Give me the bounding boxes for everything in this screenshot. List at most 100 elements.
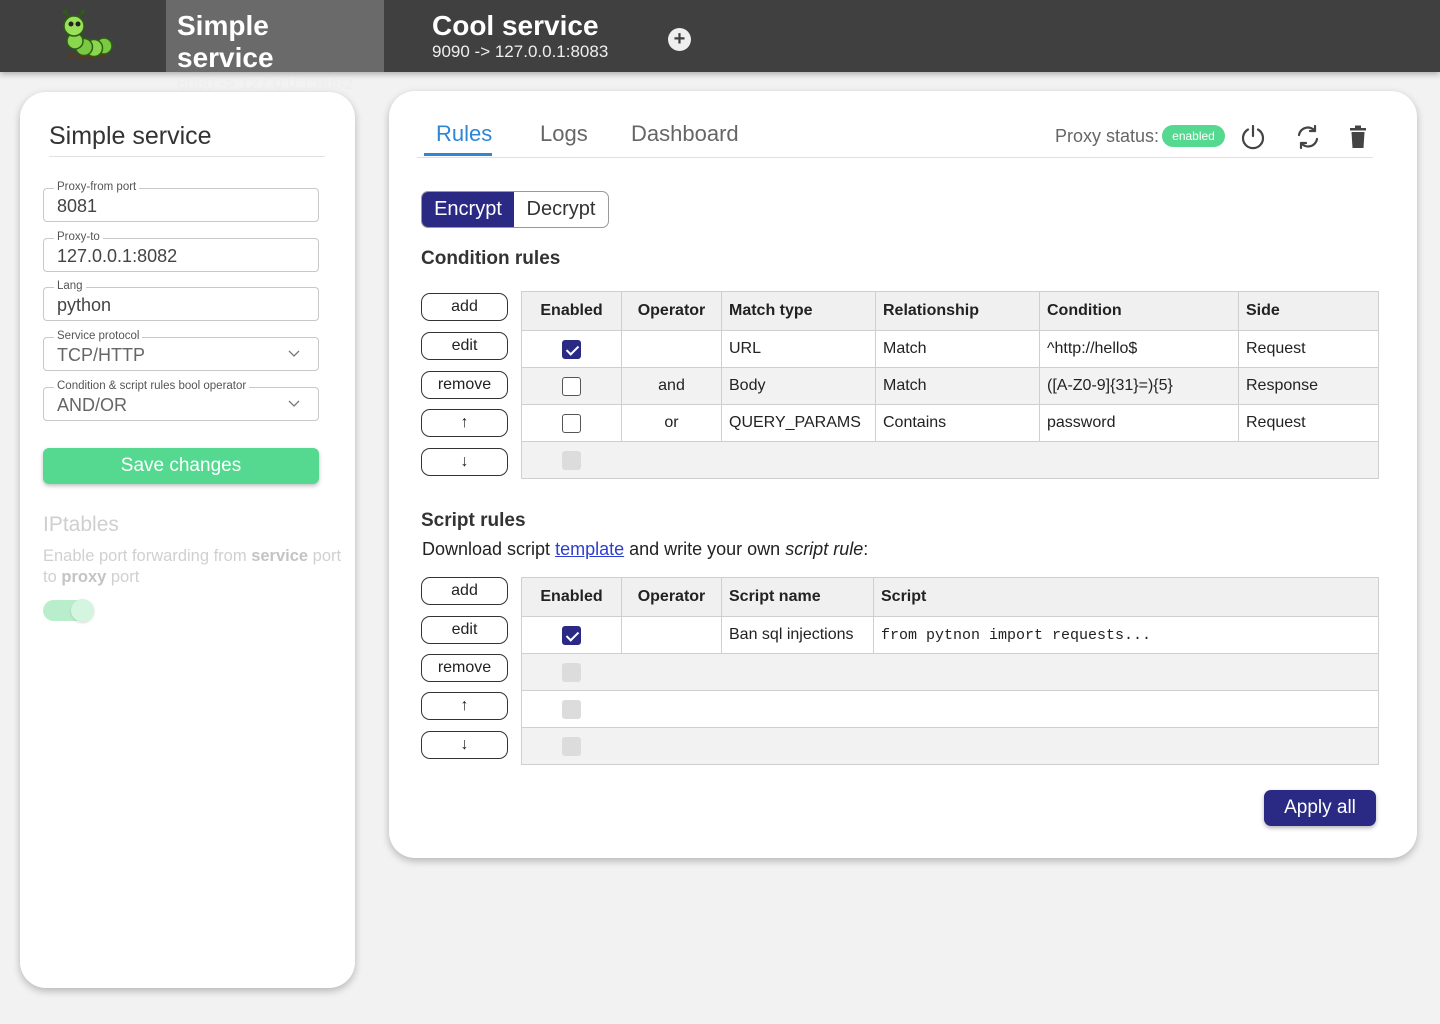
active-tab-indicator bbox=[424, 153, 492, 156]
table-row[interactable]: and Body Match ([A-Z0-9]{31}=){5} Respon… bbox=[521, 367, 1379, 405]
table-row[interactable]: Ban sql injections from pytnon import re… bbox=[521, 616, 1379, 654]
condition-rules-table: Enabled Operator Match type Relationship… bbox=[521, 291, 1379, 479]
field-value: TCP/HTTP bbox=[57, 345, 145, 365]
rules-panel: Rules Logs Dashboard Proxy status: enabl… bbox=[389, 91, 1417, 858]
relationship-cell: Match bbox=[875, 330, 1040, 368]
script-rules-title: Script rules bbox=[421, 510, 526, 531]
side-cell: Response bbox=[1238, 367, 1379, 405]
field-label: Proxy-from port bbox=[54, 180, 140, 194]
column-header: Enabled bbox=[521, 291, 622, 331]
move-up-button[interactable]: ↑ bbox=[421, 692, 508, 720]
move-down-button[interactable]: ↓ bbox=[421, 448, 508, 476]
condition-cell: ^http://hello$ bbox=[1039, 330, 1239, 368]
save-changes-button[interactable]: Save changes bbox=[43, 448, 319, 484]
field-label: Condition & script rules bool operator bbox=[54, 379, 250, 393]
power-icon[interactable] bbox=[1239, 123, 1267, 151]
service-protocol-select[interactable]: Service protocol TCP/HTTP bbox=[43, 329, 319, 371]
move-down-button[interactable]: ↓ bbox=[421, 731, 508, 759]
field-value: 8081 bbox=[57, 196, 98, 216]
checkbox-disabled bbox=[562, 736, 582, 756]
field-label: Lang bbox=[54, 279, 86, 293]
service-settings-panel: Simple service Proxy-from port 8081 Prox… bbox=[20, 92, 355, 988]
enabled-cell bbox=[521, 404, 622, 442]
table-row[interactable]: or QUERY_PARAMS Contains password Reques… bbox=[521, 404, 1379, 442]
field-value: python bbox=[57, 295, 112, 315]
service-tab-title: Cool service bbox=[432, 10, 599, 41]
enabled-cell bbox=[521, 616, 622, 654]
service-tab-subtitle: 8080 -> 127.0.0.1:8082 bbox=[177, 74, 354, 93]
match-type-cell: URL bbox=[721, 330, 876, 368]
proxy-to-field[interactable]: Proxy-to 127.0.0.1:8082 bbox=[43, 230, 319, 272]
chevron-down-icon bbox=[288, 400, 300, 407]
proxy-status-label: Proxy status: bbox=[1055, 126, 1160, 146]
encrypt-button[interactable]: Encrypt bbox=[422, 192, 514, 227]
bool-operator-select[interactable]: Condition & script rules bool operator A… bbox=[43, 379, 319, 421]
field-label: Service protocol bbox=[54, 329, 143, 343]
proxy-from-port-field[interactable]: Proxy-from port 8081 bbox=[43, 180, 319, 222]
iptables-title: IPtables bbox=[43, 513, 119, 536]
match-type-cell: QUERY_PARAMS bbox=[721, 404, 876, 442]
checkbox-disabled bbox=[562, 662, 582, 682]
checkbox[interactable] bbox=[562, 625, 581, 645]
operator-cell: or bbox=[621, 404, 722, 442]
tab-logs[interactable]: Logs bbox=[540, 121, 588, 147]
edit-script-button[interactable]: edit bbox=[421, 616, 508, 644]
checkbox-disabled bbox=[562, 699, 582, 719]
trash-icon[interactable] bbox=[1344, 123, 1372, 151]
lang-field[interactable]: Lang python bbox=[43, 279, 319, 321]
table-row-empty bbox=[521, 653, 1379, 691]
operator-cell bbox=[621, 616, 722, 654]
column-header: Operator bbox=[621, 291, 722, 331]
add-condition-button[interactable]: add bbox=[421, 293, 508, 321]
side-cell: Request bbox=[1238, 404, 1379, 442]
column-header: Script bbox=[873, 577, 1379, 617]
checkbox[interactable] bbox=[562, 376, 581, 396]
column-header: Condition bbox=[1039, 291, 1239, 331]
remove-script-button[interactable]: remove bbox=[421, 654, 508, 682]
add-script-button[interactable]: add bbox=[421, 577, 508, 605]
column-header: Operator bbox=[621, 577, 722, 617]
relationship-cell: Match bbox=[875, 367, 1040, 405]
script-rules-table: Enabled Operator Script name Script Ban … bbox=[521, 577, 1379, 765]
tab-dashboard[interactable]: Dashboard bbox=[631, 121, 739, 147]
refresh-icon[interactable] bbox=[1294, 123, 1322, 151]
decrypt-button[interactable]: Decrypt bbox=[514, 192, 608, 227]
column-header: Script name bbox=[721, 577, 874, 617]
service-tab-title: Simple service bbox=[177, 10, 274, 73]
field-label: Proxy-to bbox=[54, 230, 103, 244]
divider bbox=[417, 157, 1373, 158]
checkbox-disabled bbox=[562, 450, 582, 470]
move-up-button[interactable]: ↑ bbox=[421, 409, 508, 437]
status-badge: enabled bbox=[1162, 125, 1225, 147]
add-service-button[interactable]: + bbox=[668, 28, 691, 51]
iptables-toggle[interactable] bbox=[43, 599, 94, 622]
service-tab-cool[interactable]: Cool service 9090 -> 127.0.0.1:8083 bbox=[421, 0, 639, 72]
field-value: 127.0.0.1:8082 bbox=[57, 246, 178, 266]
enabled-cell bbox=[521, 441, 622, 479]
condition-cell: password bbox=[1039, 404, 1239, 442]
chevron-down-icon bbox=[288, 350, 300, 357]
operator-cell bbox=[621, 330, 722, 368]
side-cell: Request bbox=[1238, 330, 1379, 368]
caterpillar-logo-icon bbox=[63, 10, 113, 59]
checkbox[interactable] bbox=[562, 413, 581, 433]
template-link[interactable]: template bbox=[555, 539, 624, 559]
table-row-empty bbox=[521, 441, 1379, 479]
checkbox[interactable] bbox=[562, 339, 581, 359]
divider bbox=[49, 156, 325, 157]
script-name-cell: Ban sql injections bbox=[721, 616, 874, 654]
script-cell: from pytnon import requests... bbox=[873, 616, 1379, 654]
toggle-knob bbox=[71, 599, 94, 622]
column-header: Relationship bbox=[875, 291, 1040, 331]
apply-all-button[interactable]: Apply all bbox=[1264, 790, 1376, 826]
column-header: Match type bbox=[721, 291, 876, 331]
operator-cell: and bbox=[621, 367, 722, 405]
relationship-cell: Contains bbox=[875, 404, 1040, 442]
remove-condition-button[interactable]: remove bbox=[421, 371, 508, 399]
tab-rules[interactable]: Rules bbox=[436, 121, 492, 147]
table-row[interactable]: URL Match ^http://hello$ Request bbox=[521, 330, 1379, 368]
service-tab-subtitle: 9090 -> 127.0.0.1:8083 bbox=[432, 42, 609, 61]
service-tab-simple[interactable]: Simple service 8080 -> 127.0.0.1:8082 bbox=[166, 0, 384, 93]
edit-condition-button[interactable]: edit bbox=[421, 332, 508, 360]
table-header-row: Enabled Operator Match type Relationship… bbox=[521, 291, 1379, 331]
